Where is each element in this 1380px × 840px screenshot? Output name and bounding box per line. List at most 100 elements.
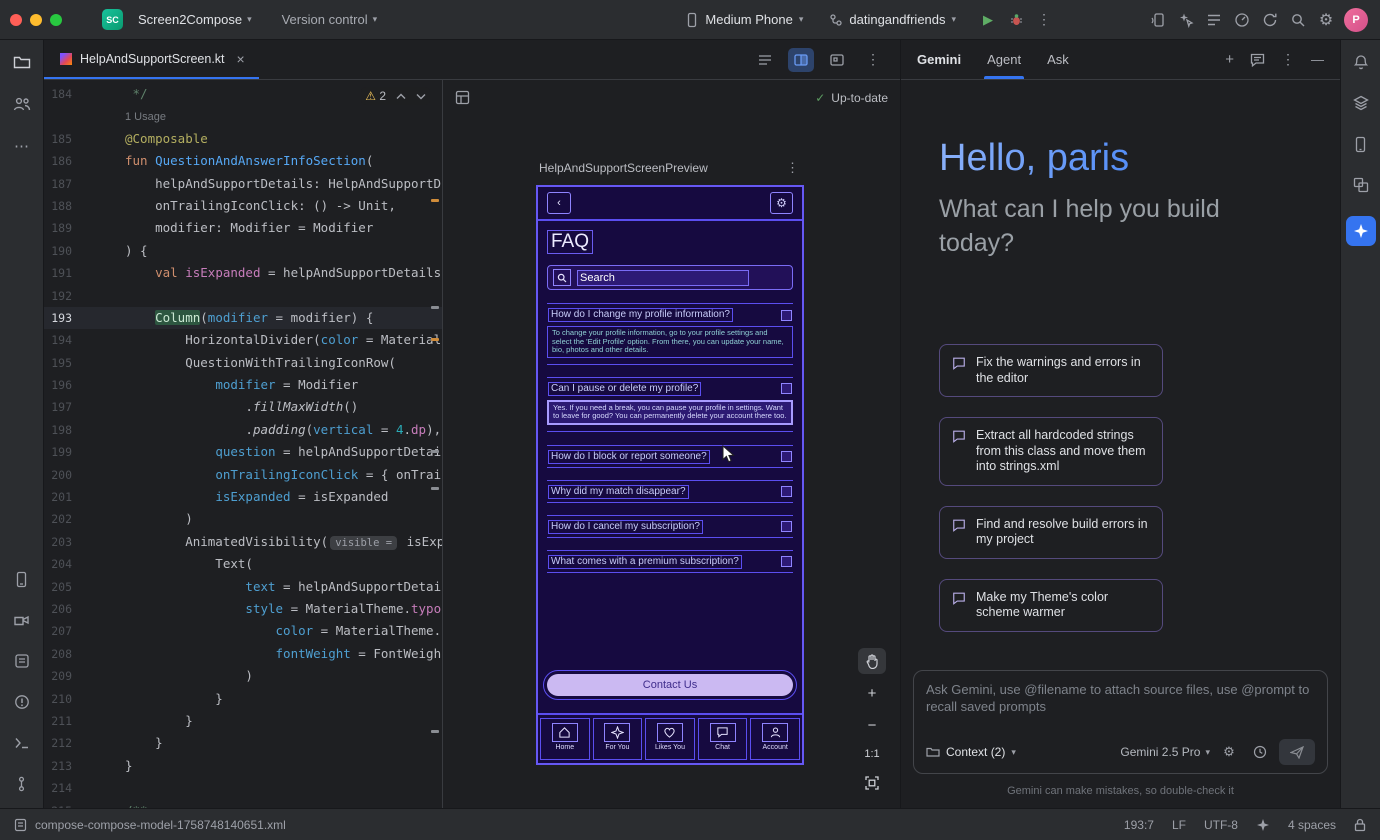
pan-hand-icon[interactable] (858, 648, 886, 674)
notifications-bell-icon[interactable] (1351, 52, 1371, 72)
tab-ask[interactable]: Ask (1047, 40, 1069, 79)
project-folder-icon[interactable] (12, 52, 32, 72)
resource-manager-icon[interactable] (1351, 175, 1371, 195)
code-area[interactable]: 184 */1 Usage185@Composable186fun Questi… (44, 83, 442, 808)
version-control-menu[interactable]: Version control ▾ (274, 8, 386, 31)
device-mirroring-icon[interactable] (1144, 6, 1172, 34)
code-line[interactable]: 192 (44, 285, 442, 307)
next-problem-icon[interactable] (416, 93, 426, 100)
gemini-rail-button[interactable] (1346, 216, 1376, 246)
terminal-icon[interactable] (12, 733, 32, 753)
preview-canvas[interactable]: HelpAndSupportScreenPreview ⋮ ‹ ⚙ FAQ (443, 115, 900, 808)
problems-icon[interactable] (12, 692, 32, 712)
gemini-suggestion-card[interactable]: Extract all hardcoded strings from this … (939, 417, 1163, 486)
code-line[interactable]: 188 onTrailingIconClick: () -> Unit, (44, 195, 442, 217)
code-line[interactable]: 185@Composable (44, 128, 442, 150)
send-button[interactable] (1279, 739, 1315, 765)
version-control-tool-icon[interactable] (12, 774, 32, 794)
ai-actions-icon[interactable] (1172, 6, 1200, 34)
code-line[interactable]: 207 color = MaterialTheme. (44, 620, 442, 642)
design-view-icon[interactable] (824, 48, 850, 72)
ai-status-icon[interactable] (1256, 818, 1270, 832)
editor-options-menu[interactable]: ⋮ (860, 48, 886, 72)
model-selector[interactable]: Gemini 2.5 Pro ▾ (1120, 745, 1210, 759)
code-line[interactable]: 206 style = MaterialTheme.typo (44, 598, 442, 620)
code-line[interactable]: 189 modifier: Modifier = Modifier (44, 217, 442, 239)
lock-icon[interactable] (1354, 818, 1366, 832)
profiler-icon[interactable] (1228, 6, 1256, 34)
code-line[interactable]: 214 (44, 777, 442, 799)
code-line[interactable]: 203 AnimatedVisibility(visible = isExpan (44, 531, 442, 553)
emulator-icon[interactable] (12, 651, 32, 671)
code-line[interactable]: 190) { (44, 240, 442, 262)
device-manager-icon[interactable] (1351, 134, 1371, 154)
editor-tab[interactable]: HelpAndSupportScreen.kt × (44, 40, 259, 79)
code-line[interactable]: 205 text = helpAndSupportDetai (44, 576, 442, 598)
build-icon[interactable] (12, 610, 32, 630)
pull-requests-icon[interactable] (12, 94, 32, 114)
minimize-window-button[interactable] (30, 14, 42, 26)
close-window-button[interactable] (10, 14, 22, 26)
code-line[interactable]: 210 } (44, 688, 442, 710)
prompt-history-icon[interactable] (1248, 741, 1272, 763)
code-line[interactable]: 194 HorizontalDivider(color = Material (44, 329, 442, 351)
preview-options-menu[interactable]: ⋮ (786, 160, 799, 176)
code-line[interactable]: 201 isExpanded = isExpanded (44, 486, 442, 508)
code-line[interactable]: 204 Text( (44, 553, 442, 575)
assistant-layers-icon[interactable] (1351, 93, 1371, 113)
device-selector[interactable]: Medium Phone ▾ (677, 8, 811, 32)
code-line[interactable]: 198 .padding(vertical = 4.dp), (44, 419, 442, 441)
code-line[interactable]: 1 Usage (44, 105, 442, 127)
code-line[interactable]: 200 onTrailingIconClick = { onTrai (44, 464, 442, 486)
project-menu[interactable]: Screen2Compose ▾ (130, 8, 260, 31)
code-line[interactable]: 213} (44, 755, 442, 777)
indent-setting[interactable]: 4 spaces (1288, 818, 1336, 832)
gemini-input-box[interactable]: Ask Gemini, use @filename to attach sour… (913, 670, 1328, 774)
compose-preview-phone[interactable]: ‹ ⚙ FAQ Search (536, 185, 804, 765)
code-line[interactable]: 211 } (44, 710, 442, 732)
status-file[interactable]: compose-compose-model-1758748140651.xml (14, 818, 286, 832)
code-line[interactable]: 196 modifier = Modifier (44, 374, 442, 396)
user-avatar[interactable]: P (1344, 8, 1368, 32)
debug-button[interactable] (1002, 6, 1030, 34)
split-view-icon[interactable] (788, 48, 814, 72)
stripe-mark[interactable] (431, 450, 439, 453)
code-line[interactable]: 208 fontWeight = FontWeigh (44, 643, 442, 665)
zoom-out-button[interactable]: − (858, 712, 886, 738)
line-ending[interactable]: LF (1172, 818, 1186, 832)
running-devices-tool-icon[interactable] (12, 569, 32, 589)
zoom-in-button[interactable]: + (858, 680, 886, 706)
gemini-settings-icon[interactable]: ⚙ (1217, 741, 1241, 763)
stripe-mark[interactable] (431, 487, 439, 490)
stripe-mark[interactable] (431, 730, 439, 733)
more-tool-windows-icon[interactable]: ⋯ (12, 136, 32, 156)
hide-panel-icon[interactable]: — (1311, 52, 1324, 67)
chat-history-icon[interactable] (1250, 53, 1265, 67)
more-actions-menu[interactable]: ⋮ (1030, 6, 1058, 34)
code-line[interactable]: 215/** (44, 800, 442, 809)
run-button[interactable]: ▶ (974, 6, 1002, 34)
caret-position[interactable]: 193:7 (1124, 818, 1154, 832)
context-selector[interactable]: Context (2) ▾ (926, 745, 1016, 759)
code-line[interactable]: 209 ) (44, 665, 442, 687)
code-line[interactable]: 212 } (44, 732, 442, 754)
search-everywhere-icon[interactable] (1284, 6, 1312, 34)
zoom-ratio-button[interactable]: 1:1 (864, 744, 879, 764)
warning-stripe-mark[interactable] (431, 338, 439, 341)
running-devices-icon[interactable] (1200, 6, 1228, 34)
gemini-suggestion-card[interactable]: Make my Theme's color scheme warmer (939, 579, 1163, 632)
gemini-suggestion-card[interactable]: Fix the warnings and errors in the edito… (939, 344, 1163, 397)
gradle-sync-icon[interactable] (1256, 6, 1284, 34)
zoom-to-fit-button[interactable] (858, 770, 886, 796)
gemini-options-menu[interactable]: ⋮ (1281, 51, 1295, 68)
tab-agent[interactable]: Agent (987, 40, 1021, 79)
code-line[interactable]: 199 question = helpAndSupportDetai (44, 441, 442, 463)
code-line[interactable]: 195 QuestionWithTrailingIconRow( (44, 352, 442, 374)
gemini-suggestion-card[interactable]: Find and resolve build errors in my proj… (939, 506, 1163, 559)
code-line[interactable]: 187 helpAndSupportDetails: HelpAndSuppor… (44, 173, 442, 195)
preview-layout-icon[interactable] (455, 90, 470, 105)
inspections-widget[interactable]: ⚠ 2 (361, 87, 430, 105)
settings-icon[interactable]: ⚙ (1312, 6, 1340, 34)
code-line[interactable]: 186fun QuestionAndAnswerInfoSection( (44, 150, 442, 172)
code-line[interactable]: 197 .fillMaxWidth() (44, 396, 442, 418)
